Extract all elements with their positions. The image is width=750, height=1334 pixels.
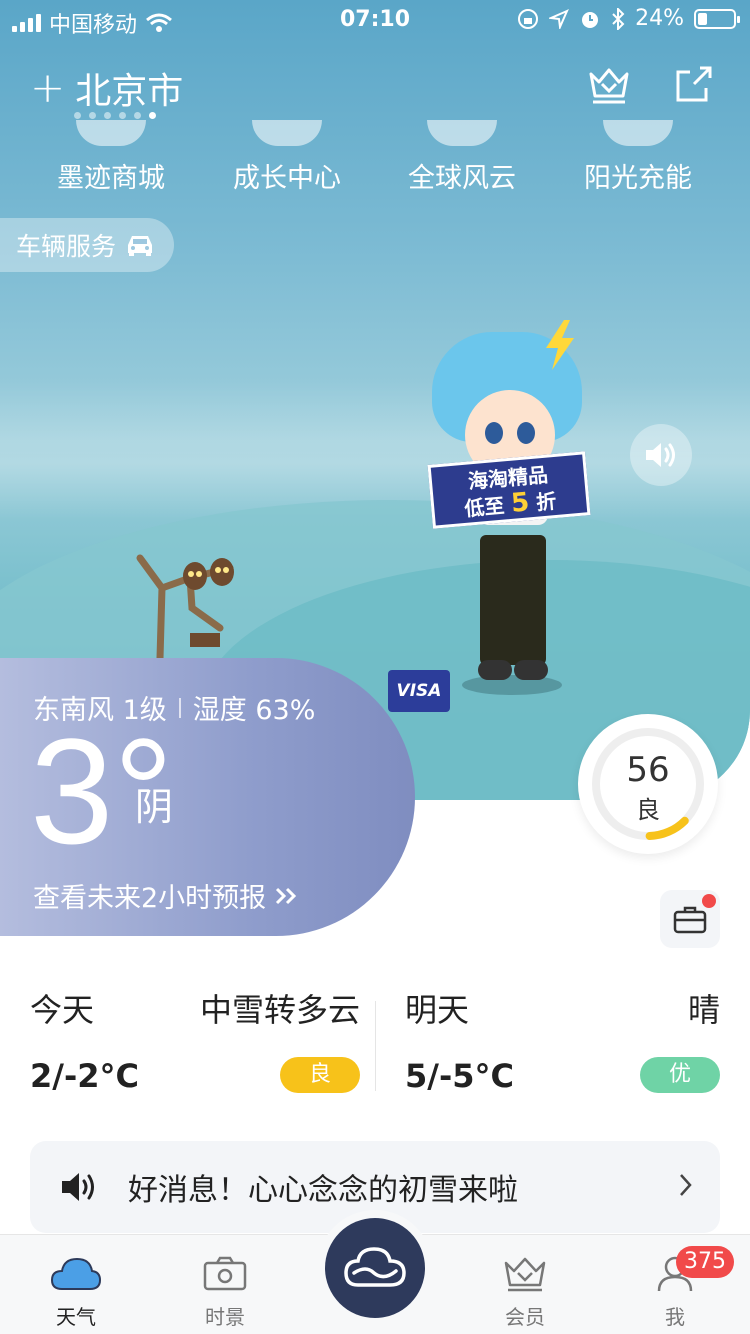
tab-membership[interactable]: 会员 — [475, 1249, 575, 1330]
daily-forecast: 今天 中雪转多云 2/-2°C 良 明天 晴 5/-5°C 优 — [0, 975, 750, 1105]
humidity-text: 湿度 63% — [192, 695, 316, 726]
mascot-shadow — [462, 675, 562, 695]
alarm-icon — [582, 11, 599, 28]
crown-icon — [504, 1257, 546, 1292]
aqi-pill: 优 — [640, 1057, 720, 1093]
aqi-label: 良 — [636, 796, 660, 824]
quick-link-mall[interactable]: 墨迹商城 — [36, 120, 186, 195]
tab-label: 天气 — [56, 1305, 96, 1329]
share-icon[interactable] — [672, 62, 716, 106]
forecast-today[interactable]: 今天 中雪转多云 2/-2°C 良 — [30, 975, 360, 1105]
tab-weather[interactable]: 天气 — [26, 1249, 126, 1330]
aqi-value: 56 — [626, 750, 670, 790]
battery-percent: 24% — [635, 6, 684, 31]
visa-card[interactable]: VISA — [388, 670, 450, 712]
vehicle-service-label: 车辆服务 — [16, 232, 117, 261]
growth-icon — [252, 120, 322, 146]
toolbox-button[interactable] — [660, 890, 720, 948]
quick-link-label: 全球风云 — [408, 163, 516, 194]
vehicle-service-button[interactable]: 车辆服务 — [0, 218, 175, 272]
tab-label: 我 — [665, 1305, 685, 1329]
day-name: 明天 — [405, 991, 470, 1029]
status-bar: 中国移动 07:10 24% — [0, 0, 750, 40]
two-hour-forecast-link[interactable]: 查看未来2小时预报 — [33, 876, 300, 915]
promo-sign-number: 5 — [509, 487, 531, 519]
location-icon — [549, 8, 570, 29]
add-city-icon[interactable]: + — [30, 67, 65, 109]
divider — [178, 697, 181, 718]
notification-dot — [702, 894, 716, 908]
tab-label: 会员 — [505, 1305, 545, 1329]
car-icon — [128, 236, 153, 256]
mascot-eye — [485, 422, 503, 444]
quick-link-global[interactable]: 全球风云 — [387, 120, 537, 195]
bluetooth-icon — [612, 7, 625, 30]
page-dot — [89, 112, 96, 119]
page-dot — [134, 112, 141, 119]
mascot-legs — [480, 535, 546, 665]
briefcase-icon — [673, 906, 707, 934]
speaker-icon — [646, 443, 675, 467]
tree-with-owls-illustration — [136, 554, 234, 658]
tab-scenery[interactable]: 时景 — [175, 1249, 275, 1330]
forecast-link-label: 查看未来2小时预报 — [33, 883, 267, 914]
news-text: 好消息！心心念念的初雪来啦 — [128, 1173, 518, 1208]
quick-link-sunshine[interactable]: 阳光充能 — [563, 120, 713, 195]
mascot-eye — [517, 422, 535, 444]
promo-sign-suffix: 折 — [535, 488, 558, 515]
battery-icon — [694, 8, 740, 29]
moji-logo-icon — [344, 1247, 406, 1287]
city-selector[interactable]: + 北京市 — [30, 62, 183, 114]
quick-link-label: 阳光充能 — [584, 163, 692, 194]
page-dot — [149, 112, 156, 119]
tab-label: 时景 — [205, 1305, 245, 1329]
day-temperature: 5/-5°C — [405, 1057, 514, 1095]
cloud-icon — [50, 1257, 102, 1290]
quick-link-label: 成长中心 — [233, 163, 341, 194]
sun-icon — [603, 120, 673, 146]
aqi-pill: 良 — [280, 1057, 360, 1093]
camera-icon — [203, 1256, 247, 1291]
speaker-icon — [62, 1173, 94, 1201]
quick-link-label: 墨迹商城 — [57, 163, 165, 194]
notification-badge: 375 — [676, 1246, 734, 1278]
current-condition: 阴 — [135, 785, 174, 829]
city-name: 北京市 — [75, 71, 184, 112]
globe-icon — [427, 120, 497, 146]
mall-icon — [76, 120, 146, 146]
city-page-indicator — [74, 112, 156, 119]
current-weather-panel[interactable]: 东南风 1级 湿度 63% 3° 阴 查看未来2小时预报 — [0, 658, 415, 936]
aqi-badge[interactable]: 56 良 — [578, 714, 718, 854]
voice-broadcast-button[interactable] — [630, 424, 692, 486]
chevron-right-icon — [680, 1174, 692, 1196]
day-name: 今天 — [30, 991, 95, 1029]
day-temperature: 2/-2°C — [30, 1057, 139, 1095]
divider — [375, 1001, 376, 1091]
quick-links: 墨迹商城 成长中心 全球风云 阳光充能 — [0, 120, 750, 200]
page-dot — [74, 112, 81, 119]
mascot-shoe — [478, 660, 512, 680]
promo-sign-prefix: 低至 — [463, 493, 506, 521]
mascot-shoe — [514, 660, 548, 680]
promo-sign[interactable]: 海淘精品 低至 5 折 — [427, 451, 591, 529]
crown-icon[interactable] — [587, 62, 631, 106]
status-icons: 24% — [517, 6, 740, 31]
day-condition: 中雪转多云 — [199, 991, 360, 1029]
forecast-tomorrow[interactable]: 明天 晴 5/-5°C 优 — [405, 975, 720, 1105]
moji-home-button[interactable] — [325, 1218, 425, 1318]
day-condition: 晴 — [687, 991, 720, 1029]
quick-link-growth[interactable]: 成长中心 — [212, 120, 362, 195]
page-dot — [119, 112, 126, 119]
double-chevron-right-icon — [276, 887, 297, 904]
page-dot — [104, 112, 111, 119]
rotation-lock-icon — [518, 8, 539, 29]
lightning-icon — [546, 320, 574, 370]
